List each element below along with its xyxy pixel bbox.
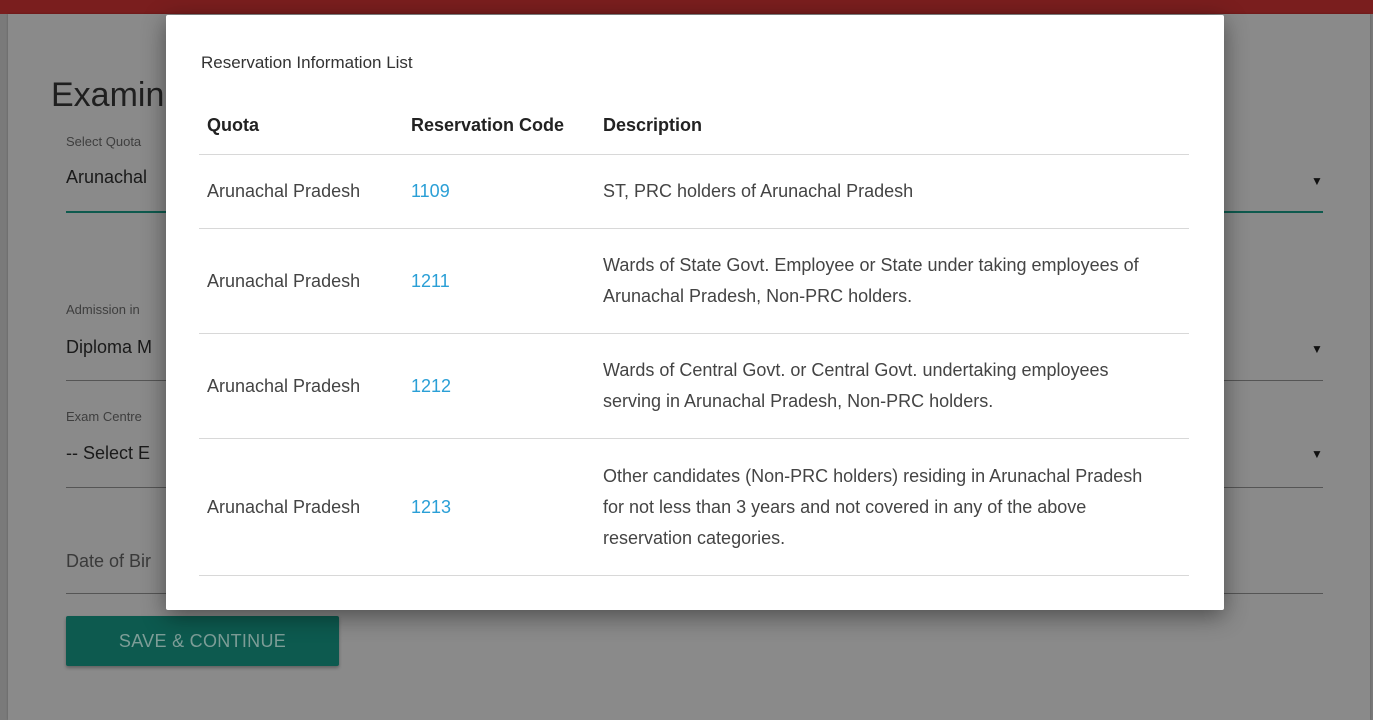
- table-row: Arunachal Pradesh 1211 Wards of State Go…: [199, 228, 1189, 334]
- row-description: Wards of State Govt. Employee or State u…: [595, 228, 1189, 334]
- table-row: Arunachal Pradesh 1213 Other candidates …: [199, 438, 1189, 576]
- exam-centre-dropdown-arrow-icon[interactable]: ▼: [1311, 447, 1323, 461]
- row-code-link[interactable]: 1211: [403, 228, 595, 334]
- row-description: ST, PRC holders of Arunachal Pradesh: [595, 154, 1189, 229]
- row-quota: Arunachal Pradesh: [199, 333, 403, 439]
- select-quota-label: Select Quota: [66, 134, 142, 149]
- column-header-quota: Quota: [199, 96, 403, 155]
- table-row: Arunachal Pradesh 1109 ST, PRC holders o…: [199, 154, 1189, 229]
- row-quota: Arunachal Pradesh: [199, 228, 403, 334]
- select-quota-value[interactable]: Arunachal: [66, 167, 147, 188]
- row-code-link[interactable]: 1109: [403, 154, 595, 229]
- exam-centre-label: Exam Centre: [66, 409, 142, 424]
- row-description: Other candidates (Non-PRC holders) resid…: [595, 438, 1189, 576]
- row-quota: Arunachal Pradesh: [199, 154, 403, 229]
- quota-dropdown-arrow-icon[interactable]: ▼: [1311, 174, 1323, 188]
- admission-dropdown-arrow-icon[interactable]: ▼: [1311, 342, 1323, 356]
- row-quota: Arunachal Pradesh: [199, 438, 403, 576]
- save-and-continue-button[interactable]: SAVE & CONTINUE: [66, 616, 339, 666]
- reservation-table: Quota Reservation Code Description Aruna…: [199, 96, 1189, 576]
- modal-title: Reservation Information List: [201, 53, 413, 72]
- table-header-row: Quota Reservation Code Description: [199, 96, 1189, 155]
- admission-in-label: Admission in: [66, 302, 140, 317]
- top-bar: [0, 0, 1373, 14]
- admission-in-value[interactable]: Diploma M: [66, 337, 152, 358]
- date-of-birth-input[interactable]: Date of Bir: [66, 551, 151, 572]
- exam-centre-value[interactable]: -- Select E: [66, 443, 150, 464]
- column-header-description: Description: [595, 96, 1189, 155]
- table-row: Arunachal Pradesh 1212 Wards of Central …: [199, 333, 1189, 439]
- row-code-link[interactable]: 1213: [403, 438, 595, 576]
- column-header-code: Reservation Code: [403, 96, 595, 155]
- row-code-link[interactable]: 1212: [403, 333, 595, 439]
- page-title: Examin: [51, 76, 165, 114]
- row-description: Wards of Central Govt. or Central Govt. …: [595, 333, 1189, 439]
- reservation-info-modal: Reservation Information List Quota Reser…: [166, 15, 1224, 610]
